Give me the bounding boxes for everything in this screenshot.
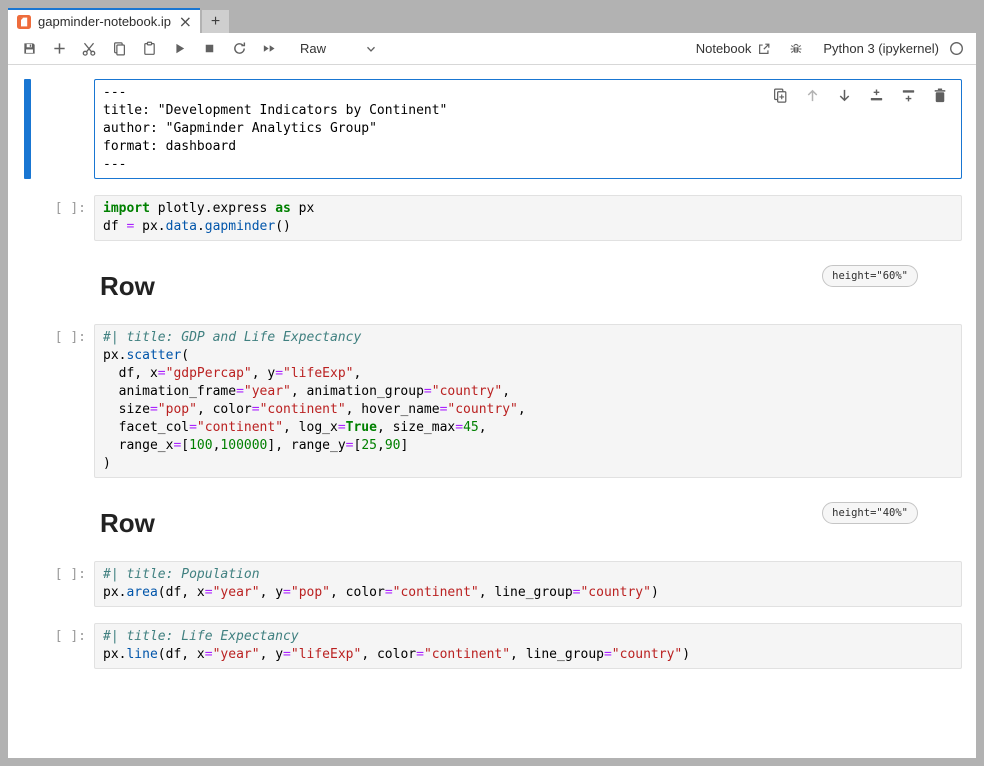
- duplicate-icon: [772, 87, 789, 104]
- markdown-cell[interactable]: Row height="60%": [94, 265, 962, 307]
- restart-run-all-button[interactable]: [254, 35, 284, 62]
- open-in-notebook-button[interactable]: Notebook: [696, 41, 772, 56]
- arrow-up-icon: [804, 87, 821, 104]
- run-icon: [172, 41, 187, 56]
- code-cell: [ ]:#| title: Populationpx.area(df, x="y…: [94, 561, 962, 607]
- run-cell-button[interactable]: [164, 35, 194, 62]
- notebook-file-icon: [17, 15, 31, 29]
- restart-kernel-button[interactable]: [224, 35, 254, 62]
- arrow-down-icon: [836, 87, 853, 104]
- new-tab-button[interactable]: +: [202, 10, 229, 33]
- trash-icon: [932, 87, 948, 104]
- insert-below-icon: [900, 87, 917, 104]
- markdown-cell[interactable]: Row height="40%": [94, 502, 962, 544]
- insert-cell-button[interactable]: [44, 35, 74, 62]
- row-heading: Row: [100, 272, 155, 301]
- debugger-button[interactable]: [789, 42, 803, 56]
- paste-icon: [142, 41, 157, 56]
- toolbar-button-group: [14, 35, 284, 62]
- cut-cell-button[interactable]: [74, 35, 104, 62]
- cell-list: ---title: "Development Indicators by Con…: [94, 79, 962, 669]
- jupyterlab-window: gapminder-notebook.ipynb × + Raw Noteboo…: [8, 8, 976, 758]
- cell-type-dropdown[interactable]: Raw: [300, 41, 378, 56]
- tab-bar: gapminder-notebook.ipynb × +: [8, 8, 976, 33]
- raw-cell: ---title: "Development Indicators by Con…: [94, 79, 962, 179]
- cell-collapser[interactable]: [24, 79, 31, 179]
- move-cell-down-button[interactable]: [835, 86, 853, 104]
- save-icon: [22, 41, 37, 56]
- interrupt-kernel-button[interactable]: [194, 35, 224, 62]
- cell-editor[interactable]: #| title: GDP and Life Expectancypx.scat…: [94, 324, 962, 478]
- save-button[interactable]: [14, 35, 44, 62]
- insert-cell-above-button[interactable]: [867, 86, 885, 104]
- fast-forward-icon: [261, 41, 277, 56]
- chevron-down-icon: [364, 42, 378, 56]
- kernel-name: Python 3 (ipykernel): [823, 41, 939, 56]
- code-cell: [ ]:#| title: GDP and Life Expectancypx.…: [94, 324, 962, 478]
- add-icon: [52, 41, 67, 56]
- copy-icon: [112, 41, 127, 56]
- delete-cell-button[interactable]: [931, 86, 949, 104]
- cell-input-prompt: [ ]:: [8, 567, 86, 582]
- stop-icon: [202, 41, 217, 56]
- paste-cell-button[interactable]: [134, 35, 164, 62]
- toolbar-right: Notebook Python 3 (ipykernel): [696, 41, 964, 56]
- cell-type-value: Raw: [300, 41, 326, 56]
- duplicate-cell-button[interactable]: [771, 86, 789, 104]
- cell-editor[interactable]: #| title: Life Expectancypx.line(df, x="…: [94, 623, 962, 669]
- cell-input-prompt: [ ]:: [8, 629, 86, 644]
- kernel-status-circle-icon: [949, 41, 964, 56]
- cell-toolbar: [771, 86, 949, 104]
- insert-cell-below-button[interactable]: [899, 86, 917, 104]
- cell-editor[interactable]: import plotly.express as pxdf = px.data.…: [94, 195, 962, 241]
- code-cell: [ ]:import plotly.express as pxdf = px.d…: [94, 195, 962, 241]
- row-heading: Row: [100, 509, 155, 538]
- restart-icon: [232, 41, 247, 56]
- copy-cell-button[interactable]: [104, 35, 134, 62]
- cell-input-prompt: [ ]:: [8, 201, 86, 216]
- notebook-label: Notebook: [696, 41, 752, 56]
- tab-title: gapminder-notebook.ipynb: [38, 14, 171, 29]
- insert-above-icon: [868, 87, 885, 104]
- cell-input-prompt: [ ]:: [8, 330, 86, 345]
- code-cell: [ ]:#| title: Life Expectancypx.line(df,…: [94, 623, 962, 669]
- tab-close-icon[interactable]: ×: [179, 14, 192, 30]
- bug-icon: [789, 42, 803, 56]
- height-attribute-badge: height="40%": [822, 502, 918, 524]
- external-link-icon: [757, 42, 771, 56]
- height-attribute-badge: height="60%": [822, 265, 918, 287]
- tab-gapminder-notebook[interactable]: gapminder-notebook.ipynb ×: [8, 8, 200, 33]
- cut-icon: [81, 41, 97, 57]
- notebook-toolbar: Raw Notebook Python 3 (ipykernel): [8, 33, 976, 65]
- notebook-content-area[interactable]: ---title: "Development Indicators by Con…: [8, 65, 976, 758]
- move-cell-up-button: [803, 86, 821, 104]
- cell-editor[interactable]: ---title: "Development Indicators by Con…: [94, 79, 962, 179]
- cell-editor[interactable]: #| title: Populationpx.area(df, x="year"…: [94, 561, 962, 607]
